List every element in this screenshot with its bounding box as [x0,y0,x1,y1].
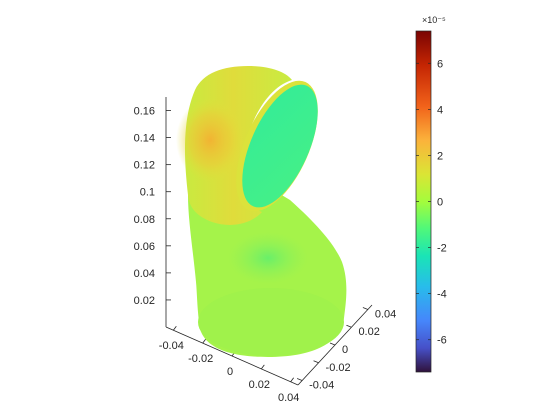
x-tick-label: -0.02 [188,353,213,365]
bottom-rim [198,288,344,356]
x-tick-mark [261,364,265,370]
colorbar-tick-label: 4 [437,104,443,116]
colorbar: ×10⁻⁵ 6 4 2 0 -2 -4 -6 [415,15,447,373]
z-tick-label: 0.12 [134,160,155,172]
x-tick-label: -0.04 [159,340,184,352]
colorbar-tick-label: 6 [437,58,443,70]
hot-region [176,98,244,182]
y-tick-label: 0 [342,344,348,356]
z-tick-label: 0.04 [134,268,155,280]
x-tick-mark [173,325,177,331]
z-tick-label: 0.08 [134,214,155,226]
colorbar-exponent-label: ×10⁻⁵ [422,15,446,25]
x-tick-mark [202,338,206,344]
colorbar-tick-label: 0 [437,197,443,209]
x-tick-label: 0.04 [278,392,299,404]
y-tick-mark [296,378,303,381]
z-tick-label: 0.16 [134,106,155,118]
y-tick-label: -0.02 [326,362,351,374]
y-tick-mark [313,360,319,364]
colorbar-tick-label: -4 [437,289,447,301]
x-tick-label: 0 [227,366,233,378]
x-tick-label: 0.02 [249,379,270,391]
z-tick-label: 0.02 [134,295,155,307]
colorbar-tick-label: -2 [437,243,447,255]
y-tick-mark [329,342,336,346]
colorbar-tick-label: -6 [437,335,447,347]
elbow-pipe-surface [176,66,347,357]
y-tick-mark [346,324,352,328]
y-tick-label: 0.02 [358,326,379,338]
x-tick-mark [290,377,294,383]
z-tick-label: 0.1 [140,187,155,199]
z-axis-ticks: 0.02 0.04 0.06 0.08 0.1 0.12 0.14 0.16 [134,106,171,307]
y-tick-label: 0.04 [375,308,396,320]
figure: 0.02 0.04 0.06 0.08 0.1 0.12 0.14 0.16 -0.04 -0.… [134,15,447,404]
y-tick-mark [362,307,369,310]
y-tick-label: -0.04 [309,380,334,392]
z-tick-label: 0.06 [134,241,155,253]
z-tick-label: 0.14 [134,133,155,145]
cool-junction [228,232,308,284]
colorbar-tick-label: 2 [437,150,443,162]
